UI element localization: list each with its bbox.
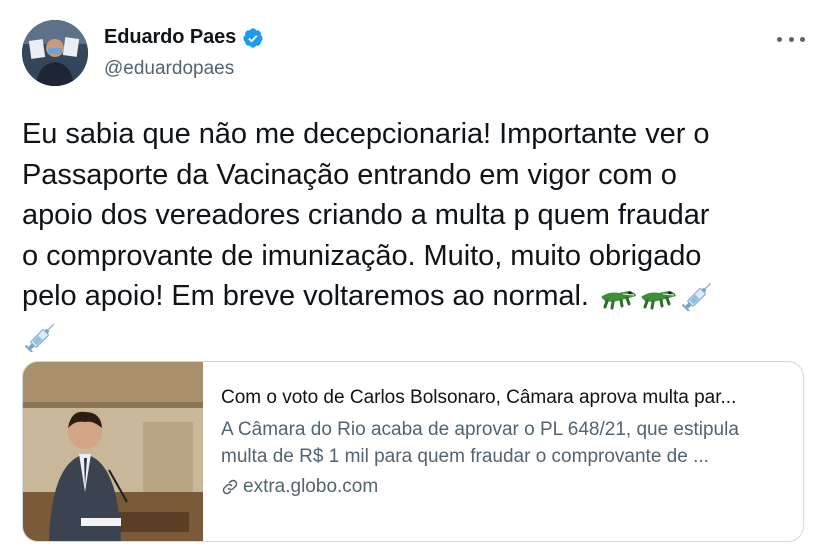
card-domain-row: extra.globo.com: [221, 474, 791, 500]
card-body: Com o voto de Carlos Bolsonaro, Câmara a…: [221, 384, 791, 500]
card-thumbnail-image: [23, 362, 203, 541]
verified-badge-icon: [243, 27, 263, 48]
card-domain[interactable]: extra.globo.com: [243, 474, 378, 500]
link-icon: [222, 479, 238, 495]
tweet-text-line: Passaporte da Vacinação entrando em vigo…: [22, 158, 677, 191]
tweet-text-line: o comprovante de imunização. Muito, muit…: [22, 239, 702, 272]
tweet-text-line-last: pelo apoio! Em breve voltaremos ao norma…: [22, 276, 812, 317]
tweet-text-line: Eu sabia que não me decepcionaria! Impor…: [22, 118, 710, 150]
author-handle[interactable]: @eduardopaes: [104, 58, 234, 80]
link-preview-card[interactable]: Com o voto de Carlos Bolsonaro, Câmara a…: [22, 361, 804, 542]
tweet-text-line: pelo apoio! Em breve voltaremos ao norma…: [22, 280, 589, 313]
avatar-image: [22, 20, 88, 86]
card-title[interactable]: Com o voto de Carlos Bolsonaro, Câmara a…: [221, 384, 791, 412]
card-description: A Câmara do Rio acaba de aprovar o PL 64…: [221, 416, 791, 470]
card-description-line: multa de R$ 1 mil para quem fraudar o co…: [221, 446, 709, 467]
tweet-text: Eu sabia que não me decepcionaria! Impor…: [22, 114, 812, 358]
crocodile-icon: [600, 291, 636, 310]
syringe-icon: [24, 323, 55, 352]
author-name-row: Eduardo Paes: [104, 26, 264, 49]
card-description-line: A Câmara do Rio acaba de aprovar o PL 64…: [221, 419, 739, 440]
tweet: Eduardo Paes @eduardopaes Eu sabia que n…: [0, 0, 828, 559]
display-name[interactable]: Eduardo Paes: [104, 26, 236, 49]
tweet-text-line-emoji: [22, 317, 812, 358]
more-options-icon[interactable]: [777, 34, 805, 44]
crocodile-icon: [640, 291, 676, 310]
avatar[interactable]: [22, 20, 88, 86]
syringe-icon: [681, 283, 712, 312]
tweet-text-line: apoio dos vereadores criando a multa p q…: [22, 199, 710, 232]
